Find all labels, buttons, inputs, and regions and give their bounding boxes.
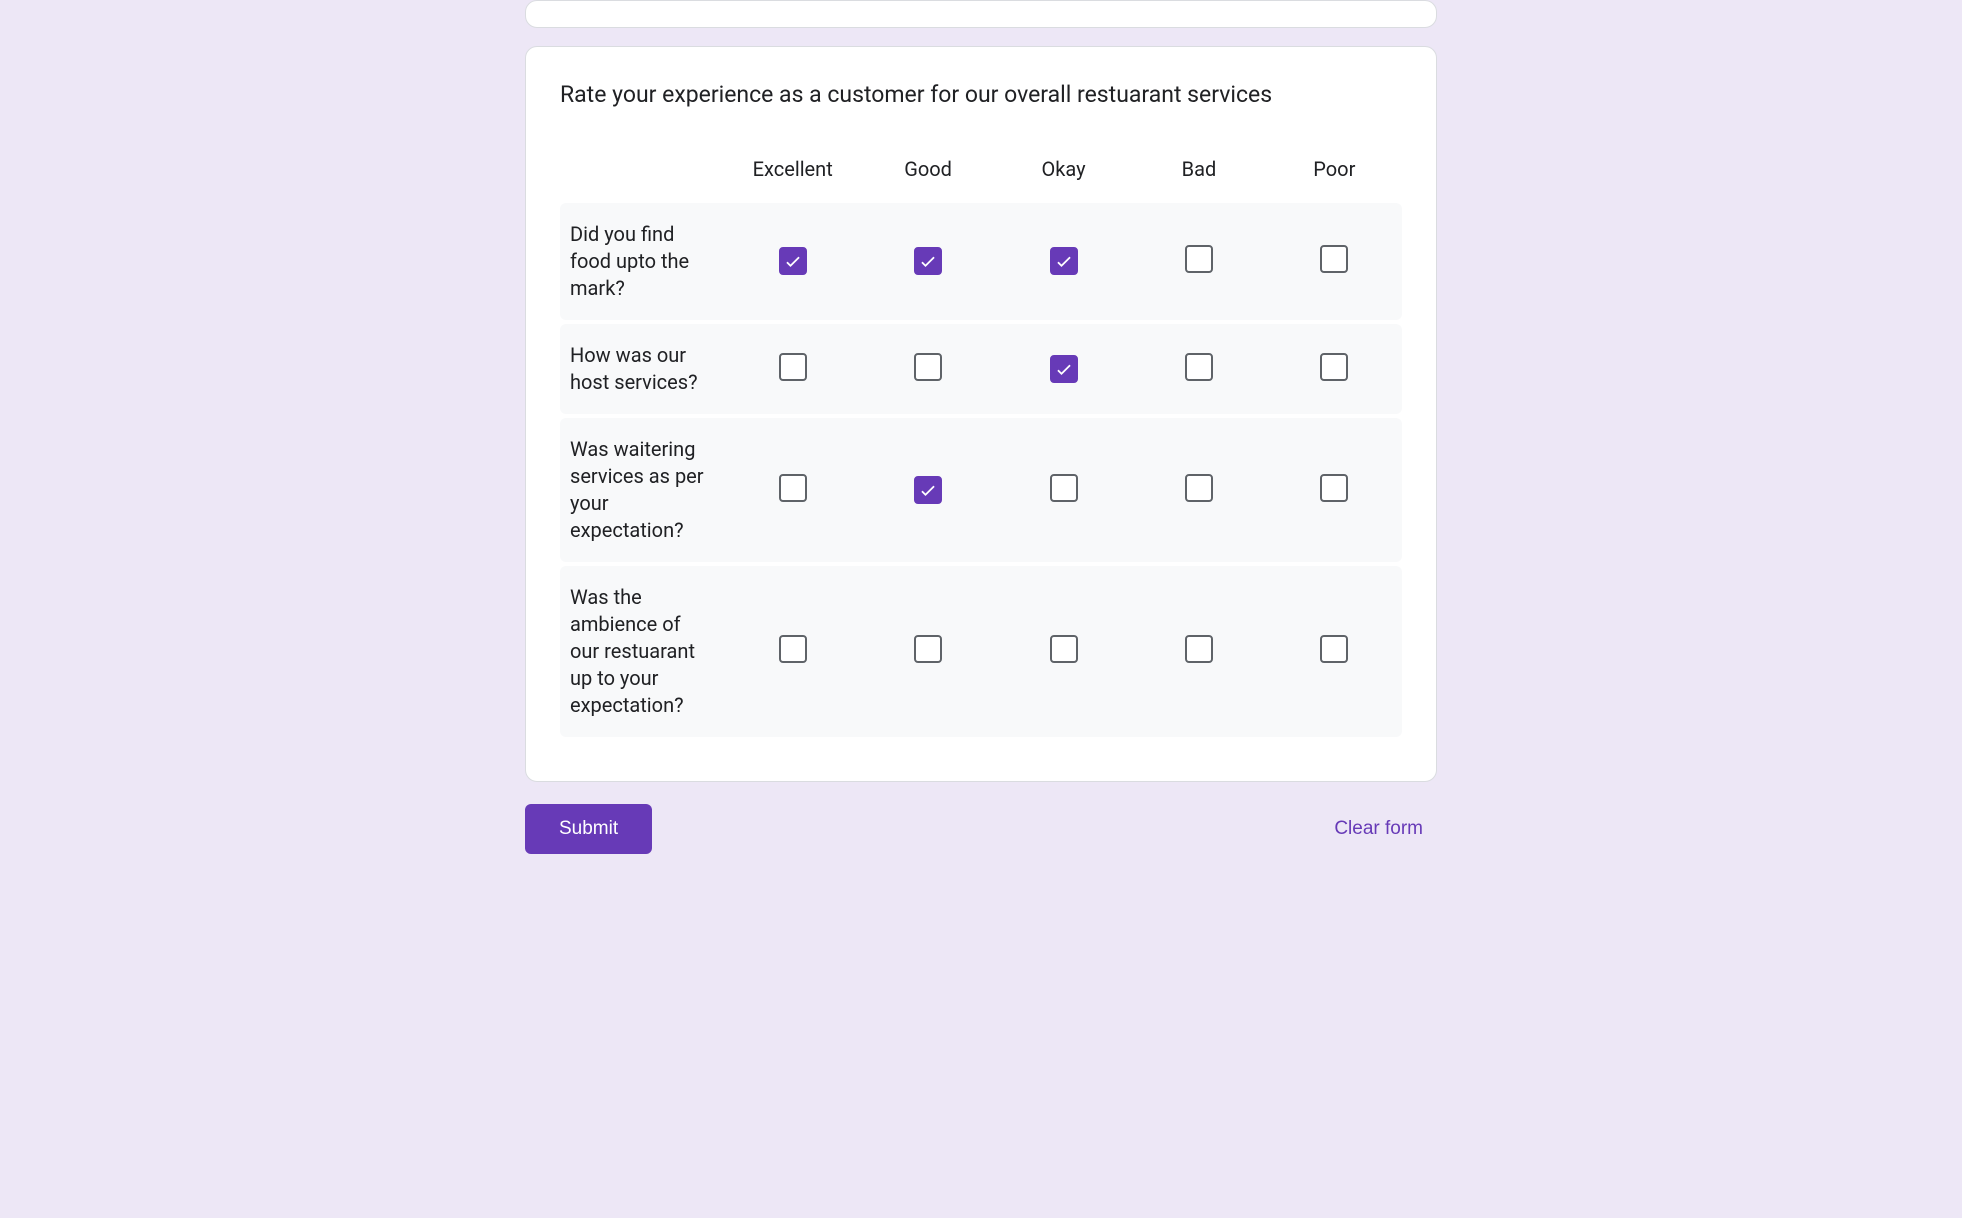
checkmark-icon <box>783 251 803 271</box>
grid-row: Was the ambience of our restuarant up to… <box>560 566 1402 737</box>
checkbox[interactable] <box>1185 474 1213 502</box>
checkbox[interactable] <box>1185 245 1213 273</box>
submit-button[interactable]: Submit <box>525 804 652 854</box>
rating-grid: Excellent Good Okay Bad Poor Did you fin… <box>560 139 1402 741</box>
column-header: Good <box>860 157 995 181</box>
row-label: Was the ambience of our restuarant up to… <box>560 566 725 737</box>
checkbox[interactable] <box>1050 355 1078 383</box>
grid-row: Did you find food upto the mark? <box>560 203 1402 320</box>
checkmark-icon <box>1054 359 1074 379</box>
checkbox[interactable] <box>914 247 942 275</box>
checkmark-icon <box>918 251 938 271</box>
checkbox[interactable] <box>779 353 807 381</box>
checkbox[interactable] <box>779 474 807 502</box>
form-actions: Submit Clear form <box>525 804 1437 894</box>
column-header: Excellent <box>725 157 860 181</box>
question-card: Rate your experience as a customer for o… <box>525 46 1437 782</box>
checkbox[interactable] <box>1050 247 1078 275</box>
grid-row: How was our host services? <box>560 324 1402 414</box>
checkbox[interactable] <box>914 635 942 663</box>
previous-card-stub <box>525 0 1437 28</box>
checkbox[interactable] <box>1185 353 1213 381</box>
checkbox[interactable] <box>1050 635 1078 663</box>
column-header: Poor <box>1267 157 1402 181</box>
column-header: Okay <box>996 157 1131 181</box>
checkmark-icon <box>918 480 938 500</box>
grid-row: Was waitering services as per your expec… <box>560 418 1402 562</box>
checkbox[interactable] <box>1320 474 1348 502</box>
checkbox[interactable] <box>914 476 942 504</box>
checkbox[interactable] <box>1185 635 1213 663</box>
checkbox[interactable] <box>914 353 942 381</box>
row-label: How was our host services? <box>560 324 725 414</box>
checkbox[interactable] <box>1320 353 1348 381</box>
checkbox[interactable] <box>1050 474 1078 502</box>
row-label: Did you find food upto the mark? <box>560 203 725 320</box>
column-header: Bad <box>1131 157 1266 181</box>
checkbox[interactable] <box>1320 245 1348 273</box>
grid-header-row: Excellent Good Okay Bad Poor <box>560 139 1402 203</box>
question-title: Rate your experience as a customer for o… <box>560 79 1402 111</box>
checkbox[interactable] <box>1320 635 1348 663</box>
row-label: Was waitering services as per your expec… <box>560 418 725 562</box>
checkmark-icon <box>1054 251 1074 271</box>
checkbox[interactable] <box>779 247 807 275</box>
checkbox[interactable] <box>779 635 807 663</box>
clear-form-button[interactable]: Clear form <box>1320 808 1437 850</box>
grid-header-spacer <box>560 151 725 187</box>
